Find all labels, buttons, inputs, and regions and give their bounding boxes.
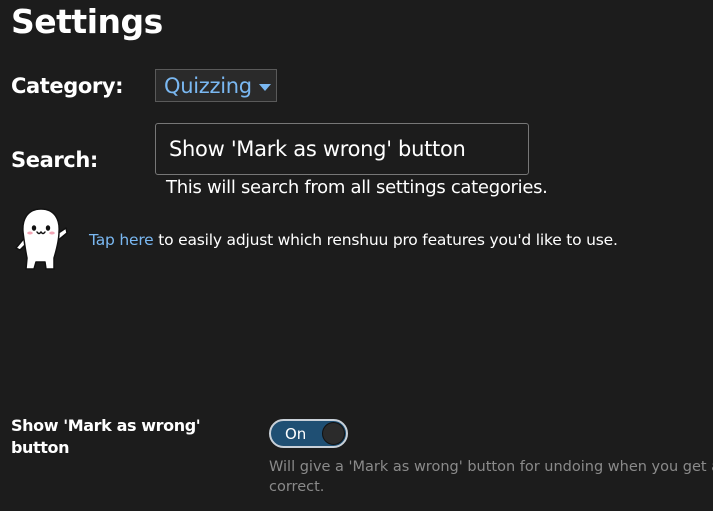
search-input[interactable] [155, 123, 529, 175]
search-label: Search: [11, 148, 98, 172]
category-dropdown[interactable]: Quizzing [155, 69, 277, 102]
toggle-knob [322, 422, 345, 445]
mascot-icon [15, 208, 68, 270]
setting-description-line2: correct. [269, 479, 325, 495]
category-label: Category: [11, 74, 124, 98]
setting-name: Show 'Mark as wrong' button [11, 416, 201, 457]
setting-description: Will give a 'Mark as wrong' button for u… [269, 457, 713, 497]
setting-description-line1: Will give a 'Mark as wrong' button for u… [269, 459, 713, 475]
search-hint: This will search from all settings categ… [166, 177, 548, 198]
mark-as-wrong-toggle[interactable]: On [269, 419, 348, 448]
category-dropdown-value: Quizzing [164, 73, 252, 98]
page-title: Settings [11, 2, 163, 41]
chevron-down-icon [258, 83, 271, 91]
settings-page: Settings Category: Quizzing Search: This… [0, 0, 713, 511]
pro-features-text: to easily adjust which renshuu pro featu… [153, 231, 618, 249]
tap-here-link[interactable]: Tap here [89, 231, 154, 249]
toggle-label: On [285, 425, 307, 443]
pro-features-line: Tap here to easily adjust which renshuu … [89, 231, 618, 249]
